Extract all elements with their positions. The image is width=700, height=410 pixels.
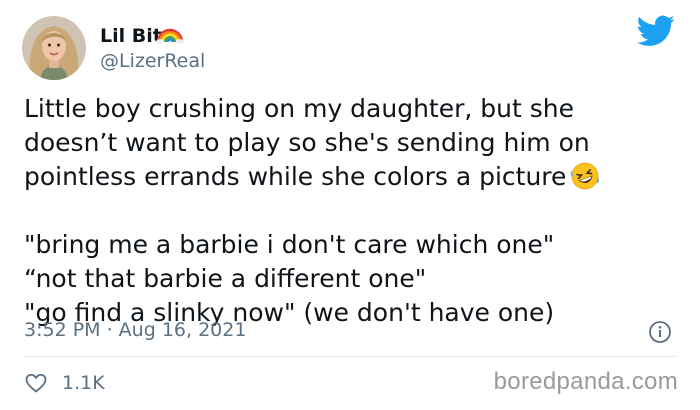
quote-line: “not that barbie a different one"	[24, 264, 427, 293]
laughing-emoji-icon	[571, 162, 600, 190]
rainbow-emoji	[156, 28, 184, 44]
info-icon[interactable]	[648, 320, 672, 344]
quote-line: "bring me a barbie i don't care which on…	[24, 230, 555, 259]
user-handle[interactable]: @LizerReal	[100, 50, 205, 72]
display-name[interactable]: Lil Bit	[100, 25, 162, 47]
like-count: 1.1K	[62, 372, 105, 394]
tweet-text: Little boy crushing on my daughter, but …	[24, 92, 684, 330]
tweet-line: Little boy crushing on my daughter, but …	[24, 94, 574, 123]
tweet-line: pointless errands while she colors a pic…	[24, 160, 684, 194]
tweet-line-text: pointless errands while she colors a pic…	[24, 162, 567, 191]
like-button[interactable]: 1.1K	[24, 369, 105, 397]
watermark: boredpanda.com	[493, 368, 678, 395]
twitter-bird-icon[interactable]	[637, 15, 675, 47]
avatar[interactable]	[22, 16, 86, 80]
tweet-line: doesn’t want to play so she's sending hi…	[24, 128, 590, 157]
heart-icon[interactable]	[24, 371, 48, 395]
divider	[24, 356, 676, 357]
tweet-timestamp[interactable]: 3:52 PM · Aug 16, 2021	[24, 319, 246, 341]
